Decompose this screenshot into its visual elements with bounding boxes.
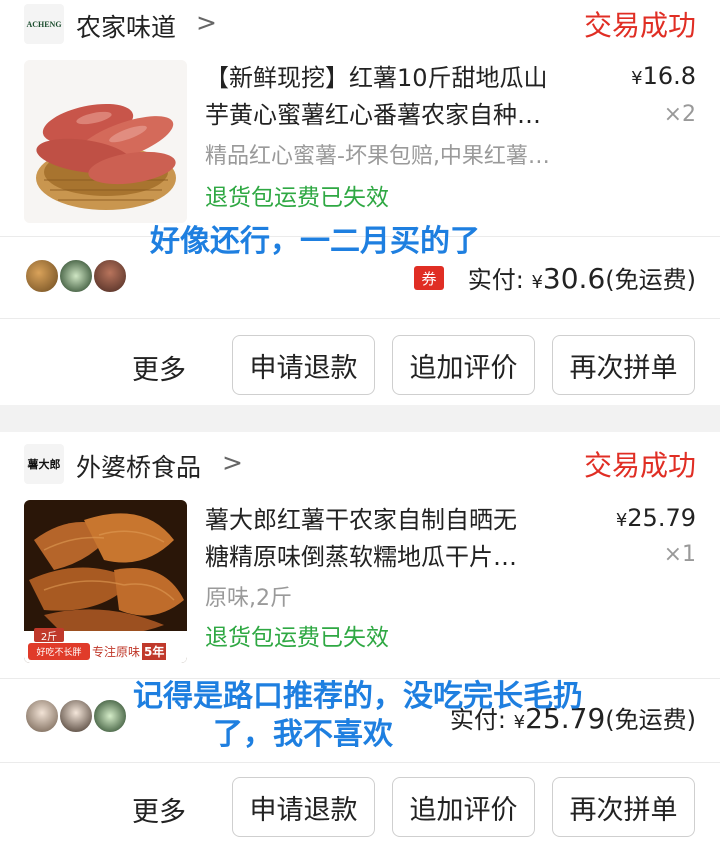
chevron-right-icon[interactable]: > bbox=[196, 8, 217, 37]
product-spec: 原味,2斤 bbox=[205, 586, 292, 611]
product-spec: 精品红心蜜薯-坏果包赔,中果红薯… bbox=[205, 144, 550, 169]
order-status: 交易成功 bbox=[583, 449, 696, 482]
product-price: ¥16.8 bbox=[631, 62, 696, 90]
store-name[interactable]: 农家味道 bbox=[76, 8, 176, 44]
refund-shipping-note: 退货包运费已失效 bbox=[205, 185, 389, 211]
store-logo: ACHENG bbox=[24, 4, 64, 44]
store-name[interactable]: 外婆桥食品 bbox=[76, 448, 201, 484]
order-status: 交易成功 bbox=[583, 9, 696, 42]
rebuy-button[interactable]: 再次拼单 bbox=[552, 777, 695, 837]
order-card: ACHENG 农家味道 > 交易成功 【新鲜现挖】红薯10斤甜地瓜山 芋黄心蜜薯… bbox=[0, 0, 720, 405]
avatar bbox=[92, 258, 128, 294]
paid-amount: 实付: ¥30.6(免运费) bbox=[467, 262, 696, 295]
more-button[interactable]: 更多 bbox=[132, 790, 186, 829]
handwritten-annotation: 记得是路口推荐的，没吃完长毛扔 了，我不喜欢 bbox=[133, 679, 583, 752]
product-title[interactable]: 薯大郎红薯干农家自制自晒无 糖精原味倒蒸软糯地瓜干片… bbox=[205, 502, 605, 576]
product-price: ¥25.79 bbox=[615, 504, 696, 532]
refund-shipping-note: 退货包运费已失效 bbox=[205, 625, 389, 651]
divider bbox=[0, 318, 720, 319]
rebuy-button[interactable]: 再次拼单 bbox=[552, 335, 695, 395]
product-title[interactable]: 【新鲜现挖】红薯10斤甜地瓜山 芋黄心蜜薯红心番薯农家自种… bbox=[205, 60, 605, 134]
store-logo: 薯大郎 bbox=[24, 444, 64, 484]
chevron-right-icon[interactable]: > bbox=[222, 448, 243, 477]
sweet-potato-image bbox=[24, 60, 187, 223]
more-button[interactable]: 更多 bbox=[132, 348, 186, 387]
coupon-badge: 券 bbox=[414, 266, 444, 290]
weight-badge: 2斤 bbox=[34, 628, 64, 643]
refund-button[interactable]: 申请退款 bbox=[232, 335, 375, 395]
order-card: 薯大郎 外婆桥食品 > 交易成功 2斤 好吃不长胖 专注原味 5年 薯大郎红薯干… bbox=[0, 432, 720, 846]
add-review-button[interactable]: 追加评价 bbox=[392, 335, 535, 395]
slogan-badge: 好吃不长胖 bbox=[28, 643, 90, 660]
store-header[interactable]: ACHENG 农家味道 > 交易成功 bbox=[0, 0, 720, 50]
product-quantity: ×1 bbox=[663, 542, 696, 567]
divider bbox=[0, 762, 720, 763]
quality-badge: 专注原味 5年 bbox=[92, 643, 167, 660]
product-thumbnail[interactable] bbox=[24, 60, 187, 223]
store-header[interactable]: 薯大郎 外婆桥食品 > 交易成功 bbox=[0, 432, 720, 484]
handwritten-annotation: 好像还行，一二月买的了 bbox=[150, 224, 480, 259]
product-thumbnail[interactable]: 2斤 好吃不长胖 专注原味 5年 bbox=[24, 500, 187, 663]
add-review-button[interactable]: 追加评价 bbox=[392, 777, 535, 837]
product-quantity: ×2 bbox=[663, 102, 696, 127]
refund-button[interactable]: 申请退款 bbox=[232, 777, 375, 837]
avatar bbox=[24, 258, 60, 294]
avatar bbox=[58, 258, 94, 294]
